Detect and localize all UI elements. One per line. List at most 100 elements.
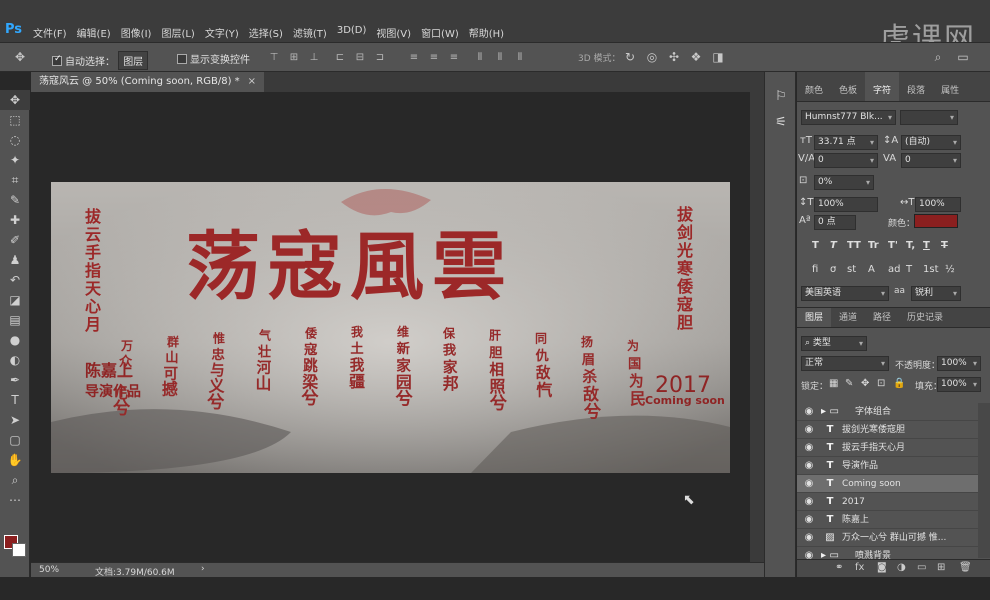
menu-help[interactable]: 帮助(H) (469, 25, 504, 40)
tab-color[interactable]: 颜色 (797, 72, 831, 101)
align-right-icon[interactable]: ⊐ (374, 52, 386, 63)
type-tool-icon[interactable]: T (0, 390, 30, 410)
link-layers-icon[interactable]: ⚭ (835, 562, 843, 573)
history-panel-icon[interactable]: ⚐ (765, 86, 797, 108)
adjustment-layer-icon[interactable]: ◑ (897, 562, 906, 573)
tab-properties[interactable]: 属性 (933, 72, 967, 101)
auto-select-checkbox[interactable] (52, 54, 62, 66)
layer-row[interactable]: ◉ T 拔剑光寒倭寇胆 (797, 421, 978, 439)
move-tool-icon[interactable]: ✥ (12, 49, 28, 65)
visibility-eye-icon[interactable]: ◉ (803, 457, 815, 475)
zoom-tool-icon[interactable]: ⌕ (0, 470, 30, 490)
layers-scrollbar[interactable] (978, 403, 990, 558)
shape-tool-icon[interactable]: ▢ (0, 430, 30, 450)
ordinal-st-button[interactable]: 1st (923, 264, 939, 275)
font-size-field[interactable]: 33.71 点 ▾ (814, 135, 878, 150)
antialias-field[interactable]: 锐利 ▾ (911, 286, 961, 301)
lock-all-icon[interactable]: 🔒 (893, 378, 905, 389)
menu-file[interactable]: 文件(F) (33, 25, 67, 40)
new-layer-icon[interactable]: ⊞ (937, 562, 945, 573)
color-swatches[interactable] (4, 535, 28, 559)
menu-type[interactable]: 文字(Y) (205, 25, 239, 40)
swash-button[interactable]: st (847, 264, 856, 275)
layer-row[interactable]: ◉ ▨ 万众一心兮 群山可撼 惟... (797, 529, 978, 547)
faux-italic-button[interactable]: T (830, 240, 837, 251)
dodge-tool-icon[interactable]: ◐ (0, 350, 30, 370)
tab-paths[interactable]: 路径 (865, 308, 899, 327)
menu-filter[interactable]: 滤镜(T) (293, 25, 327, 40)
show-transform-checkbox[interactable] (177, 54, 187, 64)
stylistic-alternates-button[interactable]: A (868, 264, 875, 275)
close-tab-icon[interactable]: × (248, 76, 256, 87)
lock-transparent-icon[interactable]: ▦ (829, 378, 838, 389)
layer-filter-kind[interactable]: ⌕ 类型 ▾ (801, 336, 867, 351)
vertical-scale-field[interactable]: 100% (814, 197, 878, 212)
layer-row[interactable]: ◉ T 2017 (797, 493, 978, 511)
lock-position-icon[interactable]: ✥ (861, 378, 869, 389)
tab-paragraph[interactable]: 段落 (899, 72, 933, 101)
healing-brush-tool-icon[interactable]: ✚ (0, 210, 30, 230)
menu-select[interactable]: 选择(S) (249, 25, 283, 40)
distribute-left-icon[interactable]: ⦀ (474, 52, 486, 63)
menu-layer[interactable]: 图层(L) (161, 25, 194, 40)
auto-select-option[interactable]: 自动选择： 图层 (52, 51, 149, 70)
horizontal-scale-field[interactable]: 100% (915, 197, 961, 212)
ordinals-button[interactable]: T (906, 264, 912, 275)
blend-mode-field[interactable]: 正常 ▾ (801, 356, 889, 371)
3d-scale-icon[interactable]: ◨ (710, 49, 726, 65)
visibility-eye-icon[interactable]: ◉ (803, 421, 815, 439)
distribute-right-icon[interactable]: ⦀ (514, 52, 526, 63)
show-transform-option[interactable]: 显示变换控件 (177, 51, 250, 66)
visibility-eye-icon[interactable]: ◉ (803, 529, 815, 547)
3d-pan-icon[interactable]: ✣ (666, 49, 682, 65)
visibility-eye-icon[interactable]: ◉ (803, 403, 815, 421)
layer-row[interactable]: ◉ T 陈嘉上 (797, 511, 978, 529)
underline-button[interactable]: T (923, 240, 930, 251)
faux-bold-button[interactable]: T (812, 240, 819, 251)
workspace-icon[interactable]: ▭ (955, 49, 971, 65)
pen-tool-icon[interactable]: ✒ (0, 370, 30, 390)
tab-swatches[interactable]: 色板 (831, 72, 865, 101)
all-caps-button[interactable]: TT (847, 240, 861, 251)
3d-roll-icon[interactable]: ◎ (644, 49, 660, 65)
history-brush-tool-icon[interactable]: ↶ (0, 270, 30, 290)
superscript-button[interactable]: T' (888, 240, 898, 251)
lock-image-icon[interactable]: ✎ (845, 378, 853, 389)
canvas-vertical-scrollbar[interactable] (750, 92, 764, 562)
marquee-tool-icon[interactable]: ⬚ (0, 110, 30, 130)
fractions-button[interactable]: ½ (945, 264, 955, 275)
3d-slide-icon[interactable]: ❖ (688, 49, 704, 65)
subscript-button[interactable]: T, (906, 240, 915, 251)
adjustments-panel-icon[interactable]: ⚟ (765, 112, 797, 134)
layer-mask-icon[interactable]: ◙ (877, 562, 887, 573)
opacity-field[interactable]: 100% ▾ (937, 356, 981, 371)
menu-image[interactable]: 图像(I) (121, 25, 152, 40)
search-icon[interactable]: ⌕ (930, 49, 946, 65)
small-caps-button[interactable]: Tr (868, 240, 879, 251)
blur-tool-icon[interactable]: ● (0, 330, 30, 350)
language-field[interactable]: 美国英语 ▾ (801, 286, 889, 301)
kerning-field[interactable]: 0 ▾ (814, 153, 878, 168)
menu-3d[interactable]: 3D(D) (337, 25, 367, 40)
lock-artboard-icon[interactable]: ⊡ (877, 378, 885, 389)
delete-layer-icon[interactable]: 🗑 (959, 562, 972, 573)
move-tool-icon[interactable]: ✥ (0, 90, 30, 110)
tab-character[interactable]: 字符 (865, 72, 900, 101)
fill-field[interactable]: 100% ▾ (937, 377, 981, 392)
ligatures-button[interactable]: fi (812, 264, 818, 275)
tab-layers[interactable]: 图层 (797, 308, 832, 327)
zoom-level[interactable]: 50% (39, 565, 59, 575)
align-hcenter-icon[interactable]: ⊟ (354, 52, 366, 63)
visibility-eye-icon[interactable]: ◉ (803, 511, 815, 529)
background-color-swatch[interactable] (12, 543, 26, 557)
more-tools-icon[interactable]: ⋯ (0, 490, 30, 510)
menu-window[interactable]: 窗口(W) (421, 25, 459, 40)
poster-artwork[interactable]: 荡寇風雲 拔 云 手 指 天 心 月 拔 剑 光 寒 倭 寇 胆 陈嘉上 导演作… (51, 182, 730, 473)
strikethrough-button[interactable]: T (941, 240, 948, 251)
menu-view[interactable]: 视图(V) (376, 25, 411, 40)
align-bottom-icon[interactable]: ⊥ (308, 52, 320, 63)
font-family-field[interactable]: Humnst777 Blk... ▾ (801, 110, 896, 125)
magic-wand-tool-icon[interactable]: ✦ (0, 150, 30, 170)
tab-channels[interactable]: 通道 (831, 308, 865, 327)
text-color-swatch[interactable] (914, 214, 958, 228)
